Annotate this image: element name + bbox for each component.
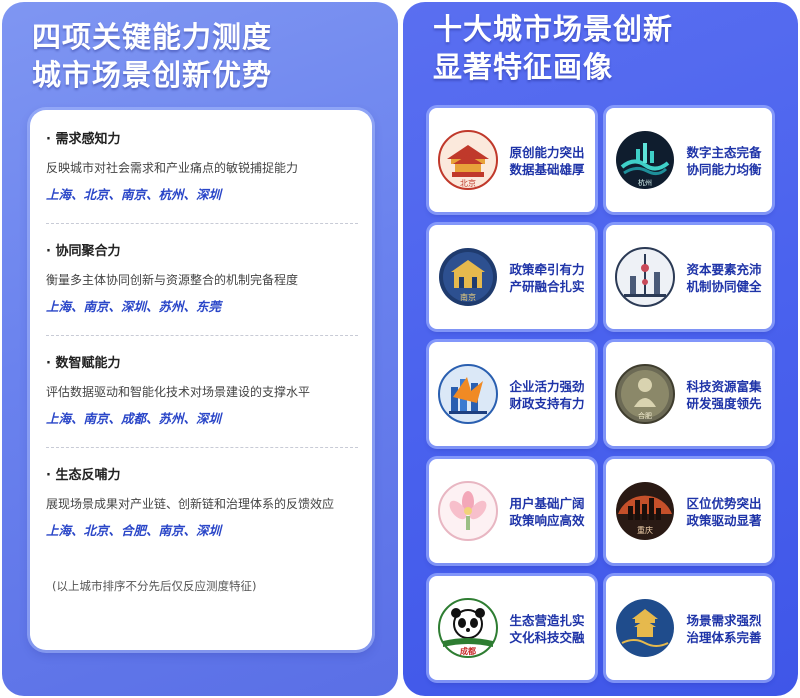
right-title-line1: 十大城市场景创新	[433, 12, 674, 46]
left-title-line1: 四项关键能力测度	[32, 20, 273, 54]
city-tile: 合肥 科技资源富集 研发强度领先	[606, 342, 772, 446]
tile-line1: 资本要素充沛	[686, 262, 762, 277]
shanghai-emblem-icon	[614, 246, 676, 308]
ranking-note: (以上城市排序不分先后仅反应测度特征)	[52, 579, 257, 593]
section-ecosystem-feedback: · 生态反哺力 展现场景成果对产业链、创新链和治理体系的反馈效应 上海、北京、合…	[46, 466, 358, 540]
beijing-emblem-icon: 北京	[437, 129, 499, 191]
city-tile: 重庆 区位优势突出 政策驱动显著	[606, 459, 772, 563]
svg-text:南京: 南京	[460, 292, 476, 302]
tile-line1: 数字主态完备	[686, 145, 762, 160]
section-digital-empowerment: · 数智赋能力 评估数据驱动和智能化技术对场景建设的支撑水平 上海、南京、成都、…	[46, 354, 358, 428]
right-panel: 十大城市场景创新 显著特征画像 北京 原创能力突出 数据基础雄厚 杭州 数字主态…	[403, 2, 798, 696]
section-cities: 上海、南京、成都、苏州、深圳	[46, 411, 222, 426]
section-title: 生态反哺力	[55, 468, 121, 483]
svg-text:成都: 成都	[460, 646, 476, 656]
hefei-emblem-icon: 合肥	[614, 363, 676, 425]
bullet: ·	[46, 132, 51, 147]
hangzhou-emblem-icon: 杭州	[614, 129, 676, 191]
tile-line1: 原创能力突出	[509, 145, 585, 160]
city-tile: 资本要素充沛 机制协同健全	[606, 225, 772, 329]
shenzhen-emblem-icon	[437, 363, 499, 425]
tile-line1: 用户基础广阔	[509, 496, 585, 511]
section-cities: 上海、北京、合肥、南京、深圳	[46, 523, 222, 538]
section-desc: 反映城市对社会需求和产业痛点的敏锐捕捉能力	[46, 161, 299, 175]
svg-text:重庆: 重庆	[637, 525, 653, 535]
tile-line2: 文化科技交融	[509, 630, 585, 645]
chengdu-emblem-icon: 成都	[437, 597, 499, 659]
tile-line1: 生态营造扎实	[509, 613, 585, 628]
bullet: ·	[46, 468, 51, 483]
tile-line1: 科技资源富集	[686, 379, 762, 394]
divider	[46, 335, 358, 336]
section-title: 数智赋能力	[55, 356, 121, 371]
tile-line2: 政策驱动显著	[686, 513, 762, 528]
divider	[46, 447, 358, 448]
wuhan-emblem-icon	[614, 597, 676, 659]
tile-line1: 政策牵引有力	[509, 262, 585, 277]
section-desc: 展现场景成果对产业链、创新链和治理体系的反馈效应	[46, 497, 335, 511]
tile-line2: 协同能力均衡	[686, 162, 762, 177]
tile-line1: 区位优势突出	[686, 496, 762, 511]
tile-line2: 研发强度领先	[686, 396, 762, 411]
left-panel: 四项关键能力测度 城市场景创新优势 · 需求感知力 反映城市对社会需求和产业痛点…	[2, 2, 398, 696]
city-tile: 杭州 数字主态完备 协同能力均衡	[606, 108, 772, 212]
city-tile: 北京 原创能力突出 数据基础雄厚	[429, 108, 595, 212]
nanjing-emblem-icon: 南京	[437, 246, 499, 308]
svg-text:北京: 北京	[460, 178, 476, 188]
tile-line2: 治理体系完善	[686, 630, 762, 645]
city-tile: 用户基础广阔 政策响应高效	[429, 459, 595, 563]
section-cities: 上海、南京、深圳、苏州、东莞	[46, 299, 222, 314]
city-tile: 成都 生态营造扎实 文化科技交融	[429, 576, 595, 680]
tile-line1: 场景需求强烈	[686, 613, 762, 628]
tile-line2: 产研融合扎实	[509, 279, 585, 294]
section-demand-sensing: · 需求感知力 反映城市对社会需求和产业痛点的敏锐捕捉能力 上海、北京、南京、杭…	[46, 130, 358, 204]
tile-line2: 数据基础雄厚	[509, 162, 585, 177]
chongqing-emblem-icon: 重庆	[614, 480, 676, 542]
svg-text:合肥: 合肥	[638, 411, 652, 420]
city-tile: 南京 政策牵引有力 产研融合扎实	[429, 225, 595, 329]
right-title-line2: 显著特征画像	[433, 50, 614, 84]
bullet: ·	[46, 244, 51, 259]
section-desc: 衡量多主体协同创新与资源整合的机制完备程度	[46, 273, 299, 287]
section-cities: 上海、北京、南京、杭州、深圳	[46, 187, 222, 202]
city-tile: 企业活力强劲 财政支持有力	[429, 342, 595, 446]
section-title: 协同聚合力	[55, 244, 121, 259]
guangzhou-emblem-icon	[437, 480, 499, 542]
bullet: ·	[46, 356, 51, 371]
svg-text:杭州: 杭州	[638, 178, 652, 187]
left-title-line2: 城市场景创新优势	[32, 58, 273, 92]
divider	[46, 223, 358, 224]
tile-line1: 企业活力强劲	[509, 379, 585, 394]
tile-line2: 机制协同健全	[686, 279, 762, 294]
capability-card: · 需求感知力 反映城市对社会需求和产业痛点的敏锐捕捉能力 上海、北京、南京、杭…	[30, 110, 372, 650]
tile-line2: 财政支持有力	[509, 396, 585, 411]
section-title: 需求感知力	[55, 132, 121, 147]
section-desc: 评估数据驱动和智能化技术对场景建设的支撑水平	[46, 385, 311, 399]
tile-line2: 政策响应高效	[509, 513, 585, 528]
city-tile: 场景需求强烈 治理体系完善	[606, 576, 772, 680]
section-synergy: · 协同聚合力 衡量多主体协同创新与资源整合的机制完备程度 上海、南京、深圳、苏…	[46, 242, 358, 316]
